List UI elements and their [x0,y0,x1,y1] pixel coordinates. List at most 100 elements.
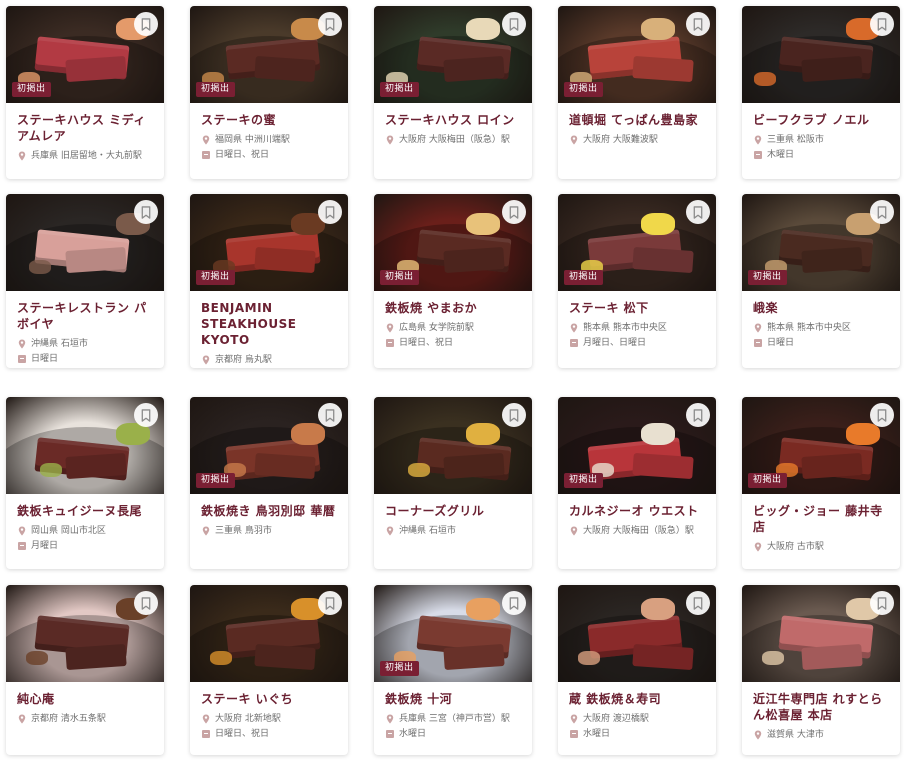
restaurant-name[interactable]: 鉄板焼き 鳥羽別邸 華暦 [201,503,337,519]
restaurant-card[interactable]: 初掲出 道頓堀 てっぱん豊島家 大阪府 大阪難波駅 [558,6,716,179]
restaurant-name[interactable]: ステーキ 松下 [569,300,705,316]
bookmark-icon [693,596,703,610]
restaurant-card[interactable]: 初掲出 カルネジーオ ウエスト 大阪府 大阪梅田（阪急）駅 [558,397,716,569]
restaurant-photo[interactable]: 初掲出 [374,585,532,682]
restaurant-location: 滋賀県 大津市 [767,730,824,740]
bookmark-button[interactable] [502,403,526,427]
bookmark-button[interactable] [134,200,158,224]
location-pin-icon [754,542,762,552]
bookmark-button[interactable] [870,403,894,427]
restaurant-photo[interactable] [6,194,164,291]
restaurant-name[interactable]: コーナーズグリル [385,503,521,519]
new-listing-badge: 初掲出 [380,661,419,676]
restaurant-card[interactable]: 初掲出 ステーキ 松下 熊本県 熊本市中央区 月曜日、日曜日 [558,194,716,368]
restaurant-name[interactable]: 近江牛専門店 れすとらん松喜屋 本店 [753,691,889,723]
restaurant-location: 福岡県 中洲川端駅 [215,135,290,145]
restaurant-card[interactable]: 初掲出 鉄板焼 やまおか 広島県 女学院前駅 日曜日、祝日 [374,194,532,368]
bookmark-icon [325,596,335,610]
location-row: 広島県 女学院前駅 [385,322,521,334]
restaurant-photo[interactable]: 初掲出 [742,194,900,291]
bookmark-button[interactable] [318,12,342,36]
restaurant-card[interactable]: 初掲出 ビッグ・ジョー 藤井寺店 大阪府 古市駅 [742,397,900,569]
restaurant-card[interactable]: 初掲出 BENJAMIN STEAKHOUSE KYOTO 京都府 烏丸駅 [190,194,348,368]
restaurant-name[interactable]: BENJAMIN STEAKHOUSE KYOTO [201,300,337,348]
restaurant-photo[interactable]: 初掲出 [742,397,900,494]
location-row: 沖縄県 石垣市 [385,525,521,537]
restaurant-photo[interactable]: 初掲出 [190,397,348,494]
restaurant-photo[interactable]: 初掲出 [374,194,532,291]
bookmark-icon [877,205,887,219]
restaurant-card[interactable]: 鉄板キュイジーヌ長尾 岡山県 岡山市北区 月曜日 [6,397,164,569]
bookmark-button[interactable] [686,12,710,36]
bookmark-button[interactable] [134,403,158,427]
restaurant-card[interactable]: 蔵 鉄板焼＆寿司 大阪府 渡辺橋駅 水曜日 [558,585,716,755]
bookmark-button[interactable] [686,200,710,224]
restaurant-photo[interactable] [6,585,164,682]
restaurant-location: 広島県 女学院前駅 [399,323,474,333]
restaurant-name[interactable]: ステーキの蜜 [201,112,337,128]
restaurant-card[interactable]: 近江牛専門店 れすとらん松喜屋 本店 滋賀県 大津市 [742,585,900,755]
restaurant-name[interactable]: 鉄板焼 やまおか [385,300,521,316]
restaurant-location: 兵庫県 三宮（神戸市営）駅 [399,714,510,724]
restaurant-photo[interactable]: 初掲出 [558,6,716,103]
bookmark-button[interactable] [870,200,894,224]
restaurant-photo[interactable]: 初掲出 [558,397,716,494]
restaurant-photo[interactable] [742,6,900,103]
restaurant-card[interactable]: 初掲出 鉄板焼き 鳥羽別邸 華暦 三重県 鳥羽市 [190,397,348,569]
location-pin-icon [18,526,26,536]
restaurant-name[interactable]: ステーキハウス ミディアムレア [17,112,153,144]
bookmark-button[interactable] [502,12,526,36]
restaurant-photo[interactable]: 初掲出 [190,194,348,291]
restaurant-name[interactable]: ビッグ・ジョー 藤井寺店 [753,503,889,535]
bookmark-button[interactable] [134,12,158,36]
restaurant-name[interactable]: 鉄板キュイジーヌ長尾 [17,503,153,519]
restaurant-photo[interactable] [6,397,164,494]
location-pin-icon [18,714,26,724]
bookmark-button[interactable] [502,200,526,224]
restaurant-card[interactable]: 初掲出 鉄板焼 十河 兵庫県 三宮（神戸市営）駅 水曜日 [374,585,532,755]
restaurant-name[interactable]: 純心庵 [17,691,153,707]
restaurant-photo[interactable] [558,585,716,682]
bookmark-button[interactable] [318,591,342,615]
bookmark-button[interactable] [686,403,710,427]
restaurant-photo[interactable]: 初掲出 [6,6,164,103]
restaurant-card[interactable]: 初掲出 ステーキハウス ロイン 大阪府 大阪梅田（阪急）駅 [374,6,532,179]
restaurant-location: 沖縄県 石垣市 [399,526,456,536]
bookmark-button[interactable] [318,200,342,224]
restaurant-card[interactable]: 初掲出 ステーキハウス ミディアムレア 兵庫県 旧居留地・大丸前駅 [6,6,164,179]
restaurant-photo[interactable]: 初掲出 [558,194,716,291]
restaurant-location: 兵庫県 旧居留地・大丸前駅 [31,151,142,161]
restaurant-card[interactable]: ビーフクラブ ノエル 三重県 松阪市 木曜日 [742,6,900,179]
restaurant-card[interactable]: コーナーズグリル 沖縄県 石垣市 [374,397,532,569]
closed-days-row: 水曜日 [385,728,521,740]
restaurant-name[interactable]: 道頓堀 てっぱん豊島家 [569,112,705,128]
closed-days-row: 日曜日、祝日 [385,337,521,349]
restaurant-photo[interactable] [374,397,532,494]
bookmark-button[interactable] [870,12,894,36]
restaurant-name[interactable]: 蔵 鉄板焼＆寿司 [569,691,705,707]
restaurant-name[interactable]: ビーフクラブ ノエル [753,112,889,128]
restaurant-photo[interactable]: 初掲出 [190,6,348,103]
restaurant-card[interactable]: ステーキ いぐち 大阪府 北新地駅 日曜日、祝日 [190,585,348,755]
restaurant-photo[interactable]: 初掲出 [374,6,532,103]
restaurant-photo[interactable] [190,585,348,682]
restaurant-name[interactable]: ステーキハウス ロイン [385,112,521,128]
bookmark-button[interactable] [502,591,526,615]
location-row: 熊本県 熊本市中央区 [569,322,705,334]
bookmark-button[interactable] [318,403,342,427]
restaurant-name[interactable]: 鉄板焼 十河 [385,691,521,707]
bookmark-button[interactable] [134,591,158,615]
restaurant-photo[interactable] [742,585,900,682]
bookmark-button[interactable] [870,591,894,615]
restaurant-card[interactable]: 純心庵 京都府 清水五条駅 [6,585,164,755]
restaurant-card[interactable]: 初掲出 峨楽 熊本県 熊本市中央区 日曜日 [742,194,900,368]
restaurant-name[interactable]: 峨楽 [753,300,889,316]
restaurant-name[interactable]: ステーキ いぐち [201,691,337,707]
location-pin-icon [386,714,394,724]
restaurant-card[interactable]: 初掲出 ステーキの蜜 福岡県 中洲川端駅 日曜日、祝日 [190,6,348,179]
restaurant-card[interactable]: ステーキレストラン パボイヤ 沖縄県 石垣市 日曜日 [6,194,164,368]
restaurant-name[interactable]: カルネジーオ ウエスト [569,503,705,519]
restaurant-name[interactable]: ステーキレストラン パボイヤ [17,300,153,332]
closed-days: 木曜日 [767,150,795,160]
bookmark-button[interactable] [686,591,710,615]
